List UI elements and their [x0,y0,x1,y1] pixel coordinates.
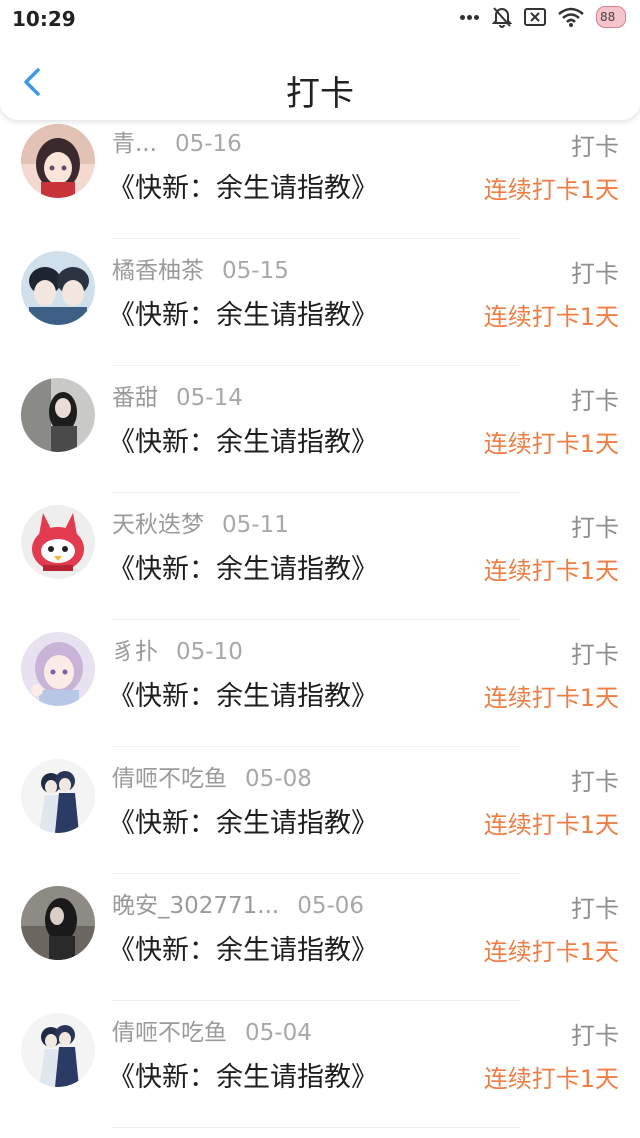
checkin-date: 05-11 [222,512,289,538]
checkin-button[interactable]: 打卡 [571,127,619,162]
streak-label: 连续打卡1天 [483,1065,619,1093]
streak-label: 连续打卡1天 [483,303,619,331]
book-title: 《快新：余生请指教》 [108,427,378,458]
avatar[interactable] [21,632,95,706]
page-title: 打卡 [286,74,354,114]
list-item[interactable]: 橘香柚茶 05-15 《快新：余生请指教》 打卡 连续打卡1天 [0,239,640,366]
checkin-button[interactable]: 打卡 [571,889,619,924]
status-bar: 10:29 88 [0,0,640,40]
checkin-date: 05-14 [176,385,243,411]
user-name: 倩咂不吃鱼 [112,1020,227,1046]
book-title: 《快新：余生请指教》 [108,935,378,966]
user-name: 倩咂不吃鱼 [112,766,227,792]
battery-icon: 88 [596,6,626,28]
list-item[interactable]: 天秋迭梦 05-11 《快新：余生请指教》 打卡 连续打卡1天 [0,493,640,620]
wifi-icon [558,7,584,27]
book-title: 《快新：余生请指教》 [108,554,378,585]
checkin-button[interactable]: 打卡 [571,381,619,416]
avatar[interactable] [21,251,95,325]
list-item[interactable]: 倩咂不吃鱼 05-04 《快新：余生请指教》 打卡 连续打卡1天 [0,1001,640,1128]
divider [112,1127,520,1128]
streak-label: 连续打卡1天 [483,811,619,839]
user-name: 番甜 [112,385,158,411]
status-icons: 88 [447,6,626,28]
checkin-date: 05-06 [297,893,365,919]
book-title: 《快新：余生请指教》 [108,1062,378,1093]
user-name: 橘香柚茶 [112,258,204,284]
streak-label: 连续打卡1天 [483,684,619,712]
avatar[interactable] [21,124,95,198]
avatar[interactable] [21,759,95,833]
list-item[interactable]: 番甜 05-14 《快新：余生请指教》 打卡 连续打卡1天 [0,366,640,493]
checkin-date: 05-15 [222,258,289,284]
checkin-button[interactable]: 打卡 [571,762,619,797]
book-title: 《快新：余生请指教》 [108,808,378,839]
avatar[interactable] [21,378,95,452]
list-item[interactable]: 青... 05-16 《快新：余生请指教》 打卡 连续打卡1天 [0,112,640,239]
streak-label: 连续打卡1天 [483,557,619,585]
checkin-date: 05-08 [245,766,312,792]
avatar[interactable] [21,1013,95,1087]
avatar[interactable] [21,505,95,579]
book-title: 《快新：余生请指教》 [108,173,378,204]
list-item[interactable]: 倩咂不吃鱼 05-08 《快新：余生请指教》 打卡 连续打卡1天 [0,747,640,874]
status-time: 10:29 [12,7,76,31]
user-name: 天秋迭梦 [112,512,204,538]
checkin-button[interactable]: 打卡 [571,635,619,670]
checkin-button[interactable]: 打卡 [571,508,619,543]
sim-x-icon [524,8,546,26]
streak-label: 连续打卡1天 [483,430,619,458]
checkin-date: 05-16 [174,131,242,157]
user-name: 晚安_302771... [112,893,280,919]
checkin-date: 05-10 [176,639,243,665]
streak-label: 连续打卡1天 [483,176,619,204]
checkin-button[interactable]: 打卡 [571,254,619,289]
more-dots-icon [459,14,480,20]
checkin-button[interactable]: 打卡 [571,1016,619,1051]
app-header: 打卡 [0,40,640,120]
checkin-list: 青... 05-16 《快新：余生请指教》 打卡 连续打卡1天 橘香柚茶 05-15… [0,112,640,1128]
user-name: 豸扑 [112,639,158,665]
book-title: 《快新：余生请指教》 [108,681,378,712]
list-item[interactable]: 豸扑 05-10 《快新：余生请指教》 打卡 连续打卡1天 [0,620,640,747]
book-title: 《快新：余生请指教》 [108,300,378,331]
list-item[interactable]: 晚安_302771... 05-06 《快新：余生请指教》 打卡 连续打卡1天 [0,874,640,1001]
streak-label: 连续打卡1天 [483,938,619,966]
user-name: 青... [112,131,157,157]
checkin-date: 05-04 [245,1020,312,1046]
avatar[interactable] [21,886,95,960]
mute-bell-icon [492,6,512,28]
